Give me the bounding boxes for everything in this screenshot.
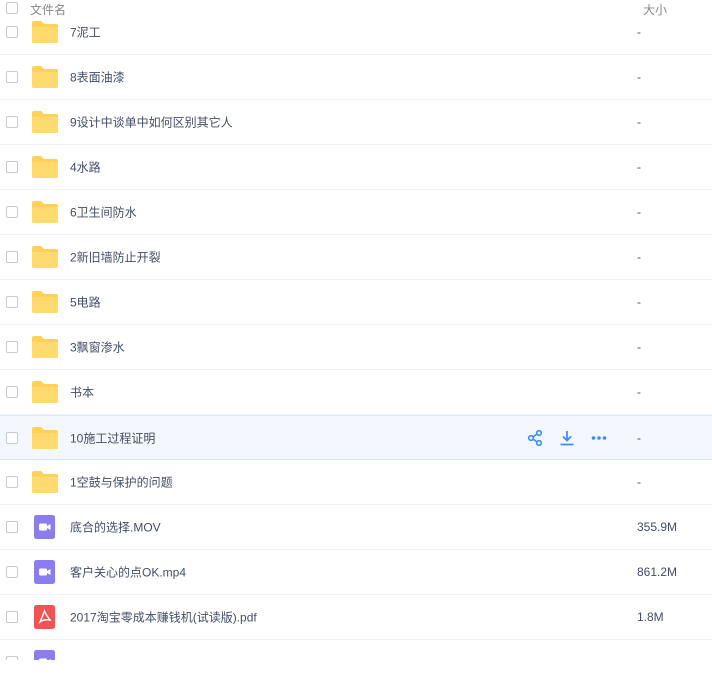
file-row[interactable]: 8表面油漆 - [0, 55, 712, 100]
file-name[interactable]: 2新旧墙防止开裂 [70, 249, 161, 266]
folder-icon [31, 200, 59, 224]
row-checkbox[interactable] [6, 566, 18, 578]
file-row[interactable]: 2新旧墙防止开裂 - [0, 235, 712, 280]
folder-icon [31, 245, 59, 269]
folder-icon [31, 20, 59, 44]
file-name[interactable]: 4水路 [70, 159, 101, 176]
file-size: - [637, 295, 641, 309]
file-name[interactable]: 底合的选择.MOV [70, 519, 161, 536]
row-checkbox[interactable] [6, 206, 18, 218]
folder-icon [31, 380, 59, 404]
folder-icon [31, 290, 59, 314]
row-checkbox[interactable] [6, 431, 18, 444]
row-checkbox[interactable] [6, 341, 18, 353]
file-size: - [637, 25, 641, 39]
file-row[interactable]: 7泥工 - [0, 20, 712, 55]
file-size: - [637, 250, 641, 264]
file-row[interactable]: 2017淘宝零成本赚钱机(试读版).pdf 1.8M [0, 595, 712, 640]
file-size: 861.2M [637, 565, 678, 579]
file-row[interactable]: 3飘窗渗水 - [0, 325, 712, 370]
file-list: 7泥工 - 8表面油漆 - 9设计中谈单中如何区别其它人 - 4水路 - 6卫生间防水 -… [0, 20, 712, 660]
download-icon [558, 429, 576, 447]
file-row[interactable]: 4水路 - [0, 145, 712, 190]
file-name[interactable]: 5电路 [70, 294, 101, 311]
share-button[interactable] [526, 429, 544, 447]
list-bottom-edge [0, 660, 712, 681]
file-size: - [637, 340, 641, 354]
download-button[interactable] [558, 429, 576, 447]
file-row[interactable]: 客户关心的点OK.mp4 861.2M [0, 550, 712, 595]
folder-icon [31, 335, 59, 359]
file-row[interactable]: 底合的选择.MOV 355.9M [0, 505, 712, 550]
file-size: - [637, 115, 641, 129]
folder-icon [31, 65, 59, 89]
file-size: - [637, 385, 641, 399]
file-row[interactable]: 6卫生间防水 - [0, 190, 712, 235]
file-size: - [637, 475, 641, 489]
share-icon [526, 429, 544, 447]
more-icon [590, 429, 608, 447]
row-checkbox[interactable] [6, 476, 18, 488]
file-name[interactable]: 6卫生间防水 [70, 204, 137, 221]
file-row[interactable] [0, 640, 712, 660]
file-name[interactable]: 2017淘宝零成本赚钱机(试读版).pdf [70, 609, 257, 626]
row-checkbox[interactable] [6, 386, 18, 398]
file-row[interactable]: 9设计中谈单中如何区别其它人 - [0, 100, 712, 145]
file-row[interactable]: 5电路 - [0, 280, 712, 325]
file-name[interactable]: 书本 [70, 384, 94, 401]
file-row[interactable]: 书本 - [0, 370, 712, 415]
pdf-file-icon [31, 605, 59, 629]
folder-icon [31, 155, 59, 179]
row-checkbox[interactable] [6, 611, 18, 623]
file-size: 1.8M [637, 610, 664, 624]
file-size: - [637, 205, 641, 219]
file-name[interactable]: 3飘窗渗水 [70, 339, 125, 356]
file-row[interactable]: 10施工过程证明 - [0, 415, 712, 460]
row-checkbox[interactable] [6, 116, 18, 128]
row-checkbox[interactable] [6, 296, 18, 308]
more-button[interactable] [590, 429, 608, 447]
row-checkbox[interactable] [6, 26, 18, 38]
folder-icon [31, 470, 59, 494]
select-all-checkbox[interactable] [6, 2, 18, 14]
column-header-filename[interactable]: 文件名 [30, 1, 66, 18]
file-name[interactable]: 8表面油漆 [70, 69, 125, 86]
file-name[interactable]: 客户关心的点OK.mp4 [70, 564, 186, 581]
row-checkbox[interactable] [6, 161, 18, 173]
row-checkbox[interactable] [6, 251, 18, 263]
video-file-icon [31, 650, 59, 660]
row-actions [526, 429, 612, 447]
file-size: 355.9M [637, 520, 678, 534]
file-size: - [637, 430, 641, 445]
file-size: - [637, 160, 641, 174]
video-file-icon [31, 560, 59, 584]
file-name[interactable]: 9设计中谈单中如何区别其它人 [70, 114, 233, 131]
file-size: - [637, 70, 641, 84]
row-checkbox[interactable] [6, 521, 18, 533]
row-checkbox[interactable] [6, 71, 18, 83]
file-name[interactable]: 7泥工 [70, 24, 101, 41]
column-header-size[interactable]: 大小 [643, 1, 667, 18]
folder-icon [31, 110, 59, 134]
file-row[interactable]: 1空鼓与保护的问题 - [0, 460, 712, 505]
file-name[interactable]: 1空鼓与保护的问题 [70, 474, 173, 491]
folder-icon [31, 426, 59, 450]
video-file-icon [31, 515, 59, 539]
file-name[interactable]: 10施工过程证明 [70, 429, 155, 446]
list-header: 文件名 大小 [0, 0, 712, 20]
